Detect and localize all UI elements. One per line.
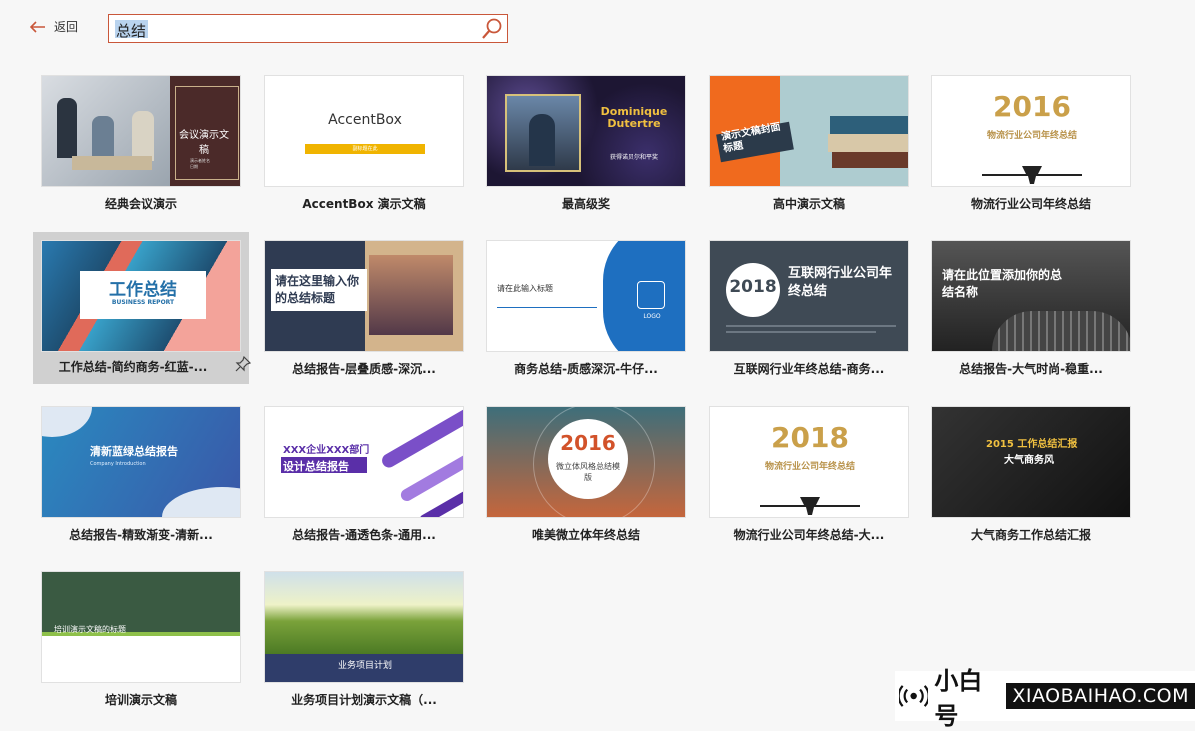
template-label: 物流行业公司年终总结 <box>970 197 1091 211</box>
pin-icon[interactable] <box>235 356 251 372</box>
template-tile[interactable]: XXX企业XXX部门 设计总结报告 总结报告-通透色条-通用... <box>264 406 464 556</box>
template-thumbnail: 演示文稿封面标题 <box>709 75 909 187</box>
thumb-title: 业务项目计划 <box>337 661 392 671</box>
thumb-title: XXX企业XXX部门 <box>283 445 370 456</box>
template-label: 培训演示文稿 <box>104 693 177 707</box>
thumb-title: 2018 <box>771 421 849 454</box>
thumb-title: 请在这里输入你的总结标题 <box>275 274 360 305</box>
airplane-icon <box>760 497 860 515</box>
template-tile[interactable]: 业务项目计划 业务项目计划演示文稿（... <box>264 571 464 721</box>
template-tile[interactable]: 演示文稿封面标题 高中演示文稿 <box>709 75 909 225</box>
thumb-subtitle: 物流行业公司年终总结 <box>764 462 855 472</box>
template-thumbnail: 业务项目计划 <box>264 571 464 683</box>
thumb-subtitle: LOGO <box>643 313 661 320</box>
search-input[interactable] <box>114 18 478 42</box>
back-arrow-icon <box>30 20 45 33</box>
template-thumbnail: 清新蓝绿总结报告 Company Introduction <box>41 406 241 518</box>
template-tile[interactable]: 2015 工作总结汇报 大气商务风 大气商务工作总结汇报 <box>931 406 1131 556</box>
template-tile[interactable]: 清新蓝绿总结报告 Company Introduction 总结报告-精致渐变-… <box>41 406 241 556</box>
template-label: AccentBox 演示文稿 <box>302 197 426 211</box>
thumb-subtitle: 设计总结报告 <box>283 460 349 473</box>
thumb-title: 工作总结 <box>109 280 177 300</box>
template-thumbnail: LOGO 请在此输入标题 <box>486 240 686 352</box>
thumb-title: 2018 <box>729 277 777 297</box>
thumb-subtitle: Company Introduction <box>90 461 146 467</box>
template-thumbnail: Dominique Dutertre 获得诺贝尔和平奖 <box>486 75 686 187</box>
template-thumbnail: 2015 工作总结汇报 大气商务风 <box>931 406 1131 518</box>
template-label: 总结报告-层叠质感-深沉... <box>292 362 436 376</box>
thumb-title: Dominique Dutertre <box>600 105 668 130</box>
template-thumbnail: 2016 物流行业公司年终总结 <box>931 75 1131 187</box>
watermark-en: XIAOBAIHAO.COM <box>1006 683 1195 709</box>
thumb-subtitle: 获得诺贝尔和平奖 <box>609 154 658 161</box>
thumb-title: 请在此位置添加你的总结名称 <box>942 268 1063 299</box>
template-tile-selected[interactable]: 工作总结 BUSINESS REPORT 工作总结-简约商务-红蓝-... <box>33 232 251 384</box>
template-tile[interactable]: LOGO 请在此输入标题 商务总结-质感深沉-牛仔... <box>486 240 686 390</box>
back-button[interactable]: 返回 <box>30 18 78 35</box>
thumb-subtitle: 演示者姓名 日期 <box>190 158 210 169</box>
airplane-icon <box>982 166 1082 184</box>
template-thumbnail: 工作总结 BUSINESS REPORT <box>41 240 241 352</box>
back-label: 返回 <box>54 20 79 34</box>
template-thumbnail: 2018 物流行业公司年终总结 <box>709 406 909 518</box>
broadcast-icon <box>899 685 929 707</box>
search-icon[interactable] <box>480 17 504 41</box>
template-tile[interactable]: 会议演示文稿 演示者姓名 日期 经典会议演示 <box>41 75 241 225</box>
thumb-subtitle: 大气商务风 <box>1004 455 1054 466</box>
template-label: 大气商务工作总结汇报 <box>970 528 1091 542</box>
thumb-title: 会议演示文稿 <box>179 130 229 156</box>
template-label: 总结报告-通透色条-通用... <box>292 528 436 542</box>
template-label: 总结报告-大气时尚-稳重... <box>959 362 1103 376</box>
thumb-subtitle: 互联网行业公司年终总结 <box>788 266 893 299</box>
template-thumbnail: 2018 互联网行业公司年终总结 <box>709 240 909 352</box>
template-thumbnail: 请在这里输入你的总结标题 <box>264 240 464 352</box>
template-tile[interactable]: 请在此位置添加你的总结名称 总结报告-大气时尚-稳重... <box>931 240 1131 390</box>
template-tile[interactable]: 2018 物流行业公司年终总结 物流行业公司年终总结-大... <box>709 406 909 556</box>
template-tile[interactable]: 2016 微立体风格总结模版 唯美微立体年终总结 <box>486 406 686 556</box>
thumb-title: AccentBox <box>328 112 402 128</box>
template-label: 互联网行业年终总结-商务... <box>733 362 885 376</box>
thumb-title: 清新蓝绿总结报告 <box>90 445 178 458</box>
template-label: 业务项目计划演示文稿（... <box>291 693 437 707</box>
template-thumbnail: 会议演示文稿 演示者姓名 日期 <box>41 75 241 187</box>
template-label: 工作总结-简约商务-红蓝-... <box>58 360 208 374</box>
template-thumbnail: AccentBox 副标题在此 <box>264 75 464 187</box>
template-label: 总结报告-精致渐变-清新... <box>69 528 213 542</box>
template-thumbnail: XXX企业XXX部门 设计总结报告 <box>264 406 464 518</box>
top-bar: 返回 <box>0 0 1195 52</box>
template-tile[interactable]: 2016 物流行业公司年终总结 物流行业公司年终总结 <box>931 75 1131 225</box>
template-label: 高中演示文稿 <box>772 197 845 211</box>
template-label: 商务总结-质感深沉-牛仔... <box>514 362 658 376</box>
template-label: 唯美微立体年终总结 <box>531 528 640 542</box>
template-label: 最高级奖 <box>561 197 610 211</box>
template-tile[interactable]: Dominique Dutertre 获得诺贝尔和平奖 最高级奖 <box>486 75 686 225</box>
template-tile[interactable]: 2018 互联网行业公司年终总结 互联网行业年终总结-商务... <box>709 240 909 390</box>
thumb-title: 2015 工作总结汇报 <box>986 439 1078 450</box>
search-box[interactable] <box>108 14 508 43</box>
template-tile[interactable]: 培训演示文稿的标题 培训演示文稿 <box>41 571 241 721</box>
thumb-title: 请在此输入标题 <box>497 284 553 293</box>
thumb-title: 培训演示文稿的标题 <box>54 625 126 634</box>
template-tile[interactable]: 请在这里输入你的总结标题 总结报告-层叠质感-深沉... <box>264 240 464 390</box>
template-label: 经典会议演示 <box>104 197 177 211</box>
thumb-subtitle: 副标题在此 <box>352 146 378 152</box>
thumb-title: 2016 <box>993 90 1071 123</box>
thumb-title: 2016 <box>560 431 616 455</box>
template-thumbnail: 2016 微立体风格总结模版 <box>486 406 686 518</box>
thumb-subtitle: 微立体风格总结模版 <box>556 462 620 482</box>
template-label: 物流行业公司年终总结-大... <box>733 528 885 542</box>
thumb-subtitle: 物流行业公司年终总结 <box>986 131 1077 141</box>
template-tile[interactable]: AccentBox 副标题在此 AccentBox 演示文稿 <box>264 75 464 225</box>
watermark-logo: 小白号 XIAOBAIHAO.COM <box>895 667 1195 730</box>
template-thumbnail: 请在此位置添加你的总结名称 <box>931 240 1131 352</box>
thumb-subtitle: BUSINESS REPORT <box>111 299 175 306</box>
template-thumbnail: 培训演示文稿的标题 <box>41 571 241 683</box>
